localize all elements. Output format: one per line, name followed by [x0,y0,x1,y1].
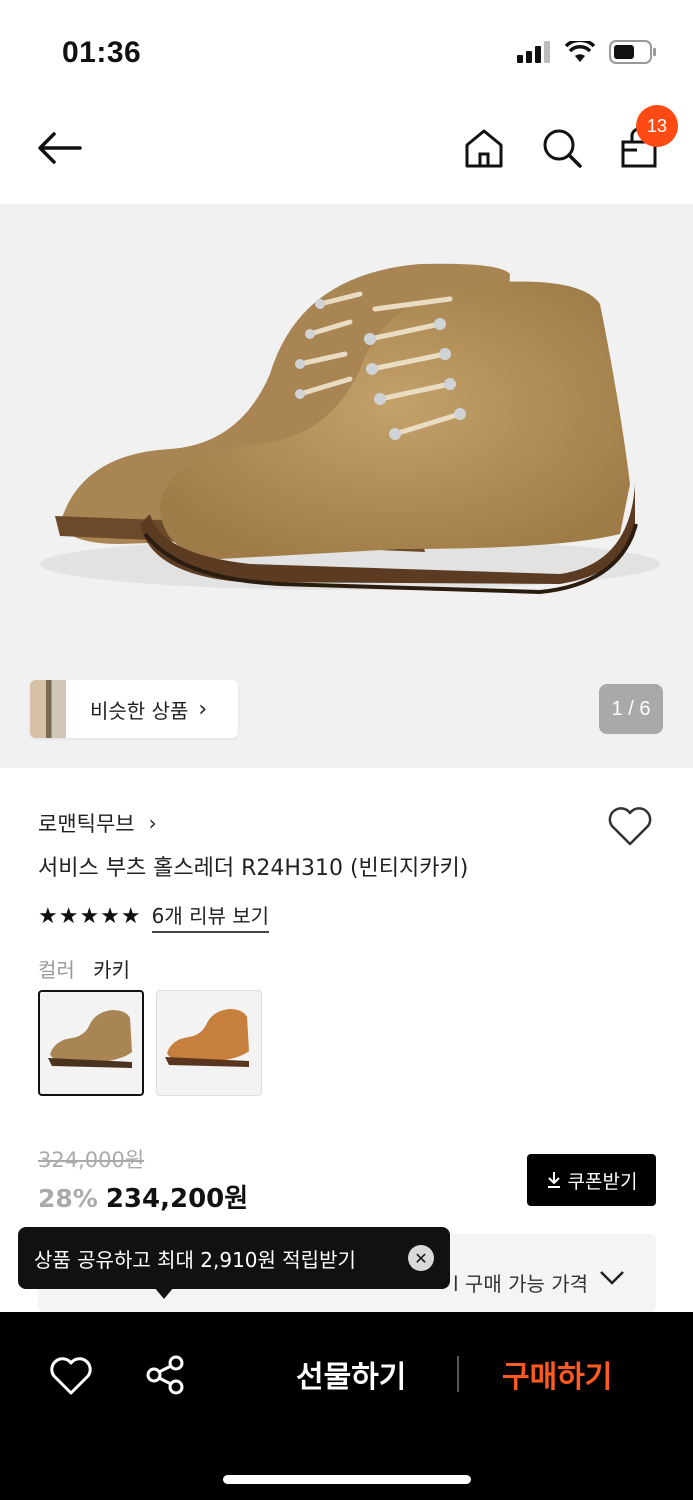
swatch-image [48,1010,132,1068]
download-icon [547,1172,560,1188]
review-link[interactable]: 6개 리뷰 보기 [151,900,270,933]
similar-thumbnail [30,680,66,738]
image-counter: 1 / 6 [599,684,663,734]
chevron-down-icon [600,1271,624,1285]
swatch-image [165,1009,249,1067]
search-icon[interactable] [540,126,584,170]
battery-icon [609,40,656,64]
signal-icon [517,41,550,63]
home-icon[interactable] [462,126,506,170]
color-row: 컬러 카키 [38,954,130,983]
coupon-label: 쿠폰받기 [567,1170,638,1193]
bottom-action-bar: 선물하기 구매하기 [0,1312,693,1500]
status-bar: 01:36 [0,0,693,100]
benefit-text: l 구매 가능 가격 [453,1272,589,1296]
status-icons [517,40,657,64]
home-indicator [223,1475,471,1484]
similar-products-button[interactable]: 비슷한 상품 › [30,680,238,738]
product-title: 서비스 부츠 홀스레더 R24H310 (빈티지카키) [38,856,469,881]
color-label: 컬러 [38,958,75,982]
product-image-carousel[interactable]: 비슷한 상품 › 1 / 6 [0,204,693,768]
chevron-right-icon: › [198,696,208,722]
color-swatch-tan[interactable] [156,990,262,1096]
tooltip-text: 상품 공유하고 최대 2,910원 적립받기 [34,1247,356,1272]
wishlist-heart-icon[interactable] [606,804,654,848]
similar-label: 비슷한 상품 [90,698,189,723]
buy-button[interactable]: 구매하기 [502,1352,612,1396]
sale-price: 234,200원 [105,1184,249,1214]
cart-count-badge: 13 [636,105,678,147]
status-time: 01:36 [62,36,142,69]
original-price: 324,000원 [38,1148,145,1172]
heart-icon[interactable] [48,1356,94,1396]
close-icon[interactable]: ✕ [408,1245,434,1271]
chevron-right-icon: › [148,811,157,835]
back-arrow-icon[interactable] [34,126,84,170]
top-nav [0,100,693,200]
color-value: 카키 [93,958,130,982]
share-icon[interactable] [144,1354,186,1396]
price-row: 28% 234,200원 [38,1178,248,1215]
gift-button[interactable]: 선물하기 [296,1352,406,1396]
divider [457,1356,459,1392]
wifi-icon [565,41,595,62]
brand-name: 로맨틱무브 [38,812,135,836]
share-reward-tooltip: 상품 공유하고 최대 2,910원 적립받기 ✕ [18,1227,450,1299]
discount-rate: 28% [38,1184,98,1213]
brand-link[interactable]: 로맨틱무브 › [38,808,157,838]
color-swatch-khaki[interactable] [38,990,144,1096]
coupon-button[interactable]: 쿠폰받기 [527,1154,656,1206]
rating-stars: ★★★★★ [38,904,142,929]
rating-row: ★★★★★ 6개 리뷰 보기 [38,900,270,933]
